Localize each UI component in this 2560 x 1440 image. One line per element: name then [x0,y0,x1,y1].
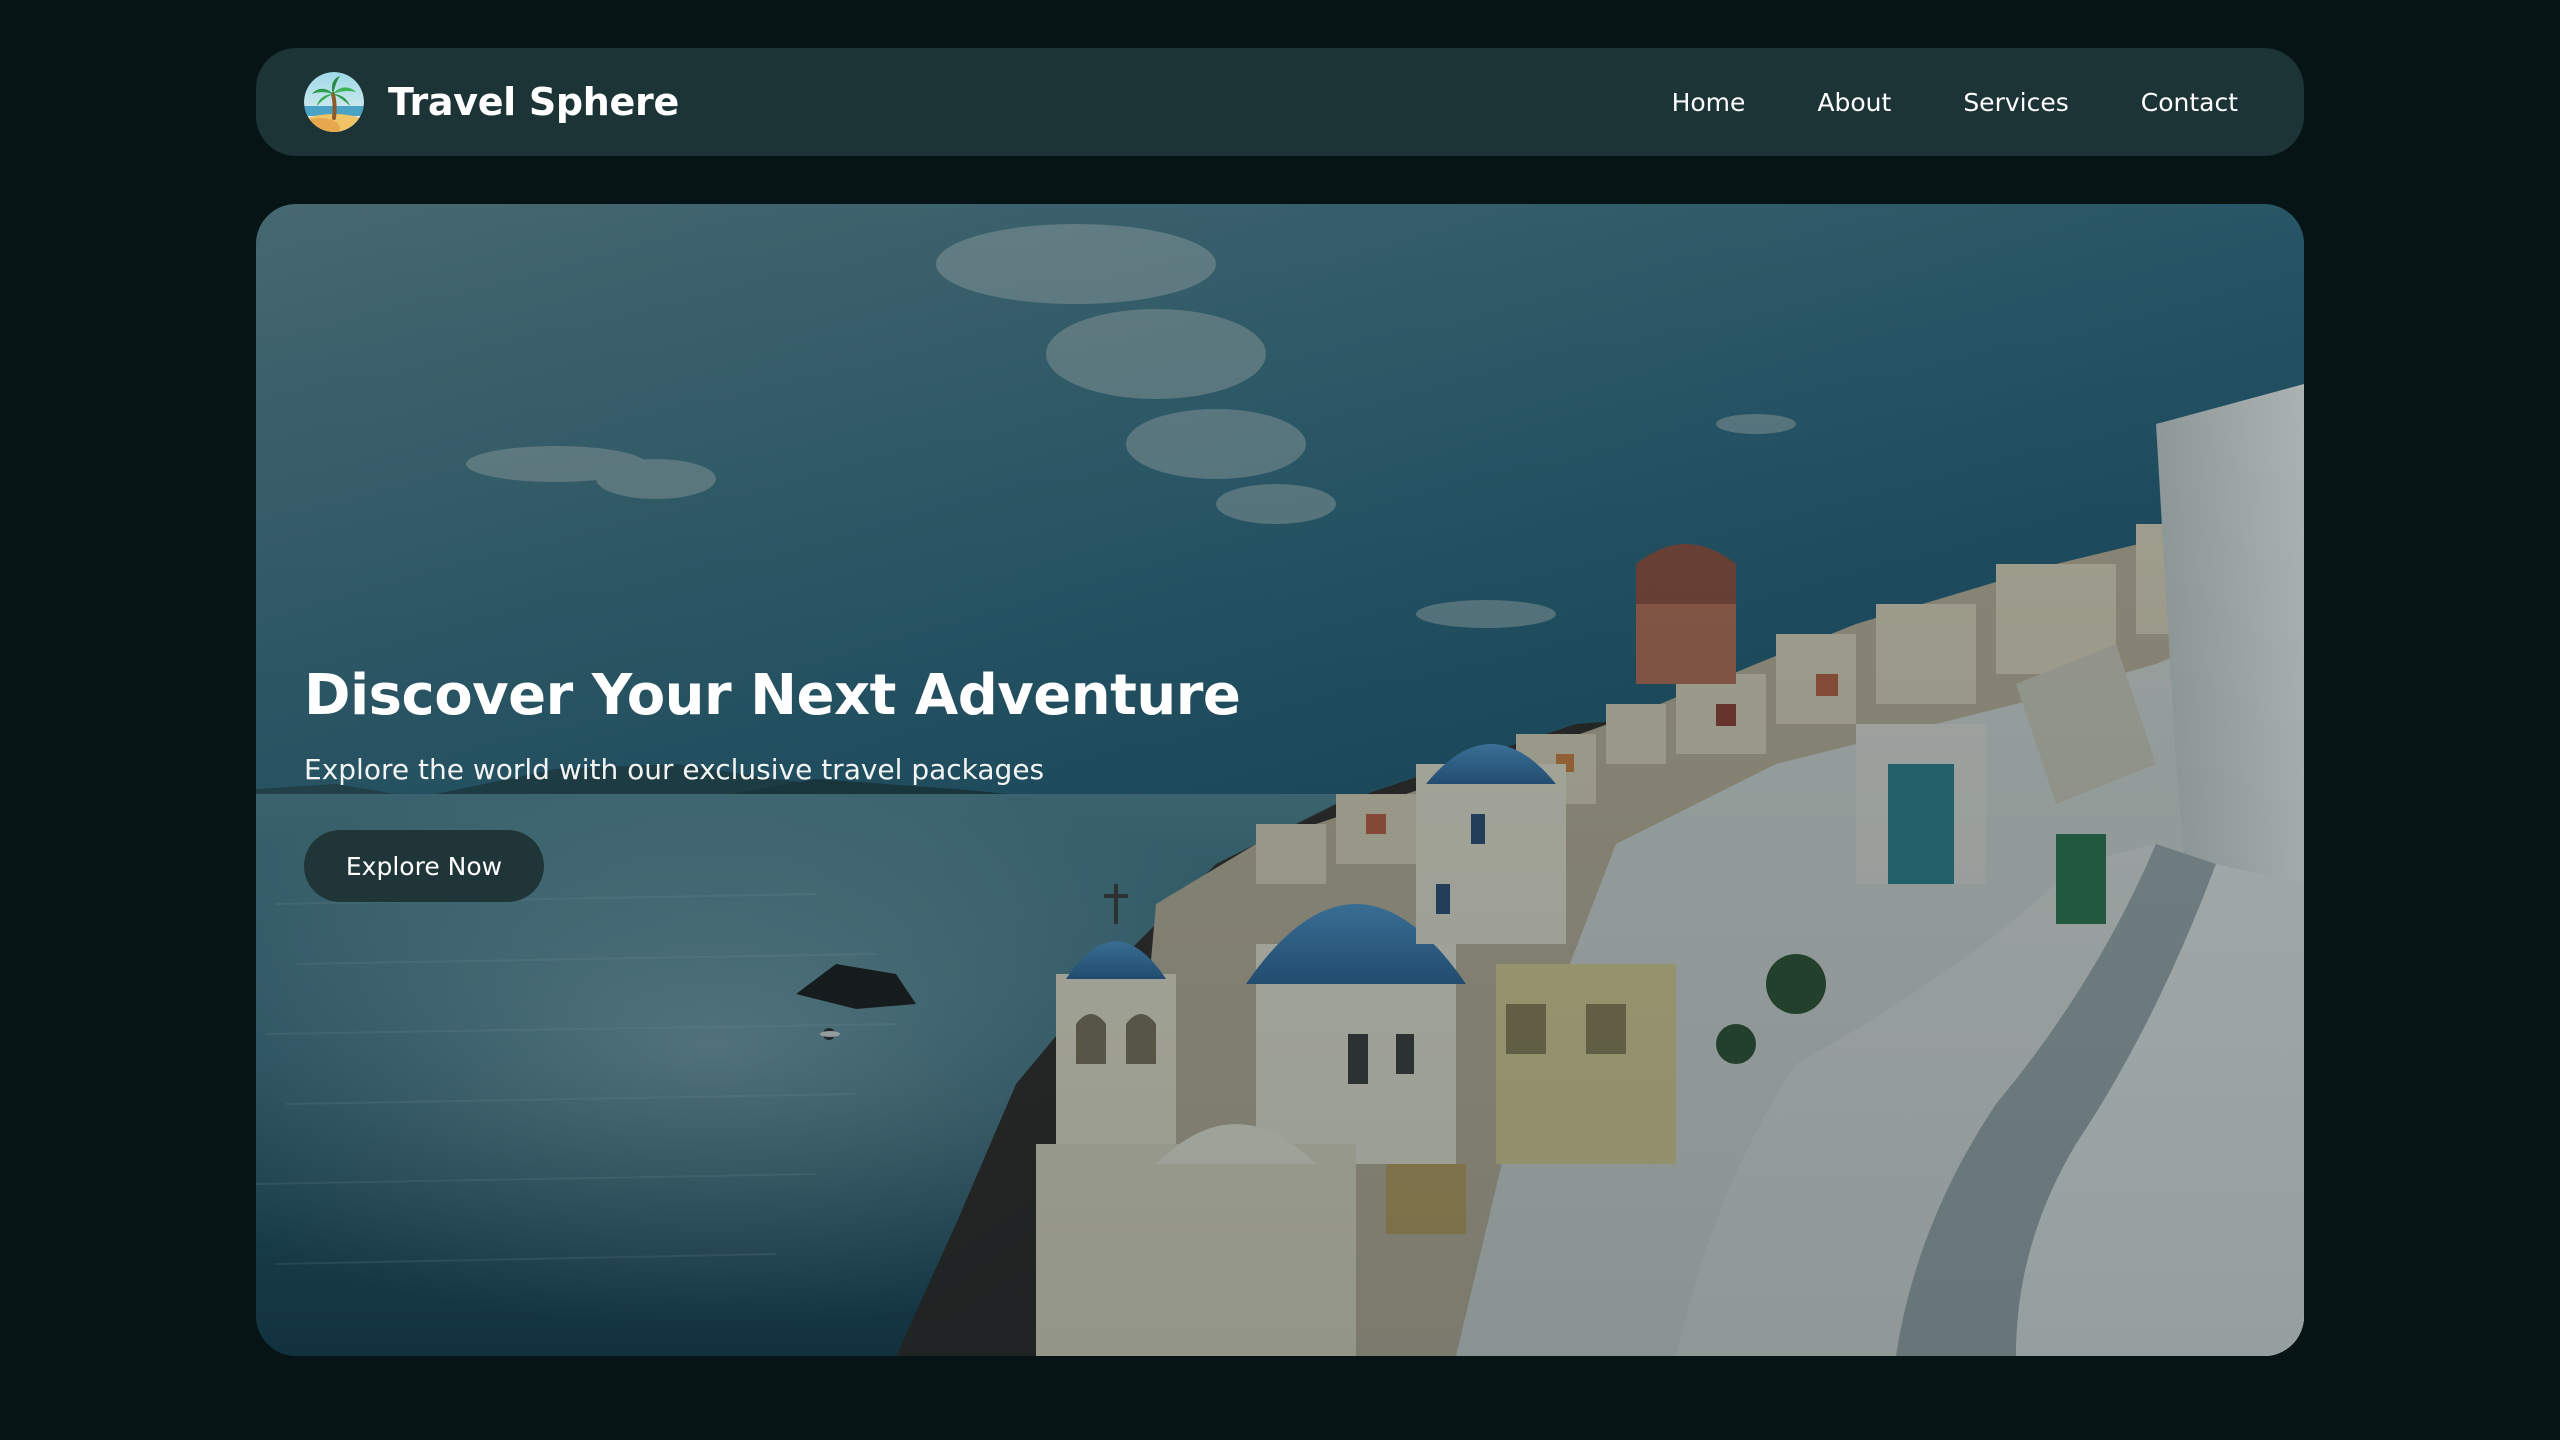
navbar: Travel Sphere Home About Services Contac… [256,48,2304,156]
palm-tree-island-icon [304,72,364,132]
brand-name: Travel Sphere [388,80,679,124]
brand-link[interactable]: Travel Sphere [304,72,679,132]
nav-about-link[interactable]: About [1817,88,1891,117]
hero-content: Discover Your Next Adventure Explore the… [304,658,1241,902]
page: Travel Sphere Home About Services Contac… [0,0,2560,1440]
nav-menu: Home About Services Contact [1672,88,2238,117]
hero-section: Discover Your Next Adventure Explore the… [256,204,2304,1356]
hero-title: Discover Your Next Adventure [304,663,1241,728]
hero-subtitle: Explore the world with our exclusive tra… [304,753,1045,786]
nav-contact-link[interactable]: Contact [2141,88,2238,117]
nav-home-link[interactable]: Home [1672,88,1746,117]
explore-now-button[interactable]: Explore Now [304,830,544,902]
nav-services-link[interactable]: Services [1963,88,2068,117]
